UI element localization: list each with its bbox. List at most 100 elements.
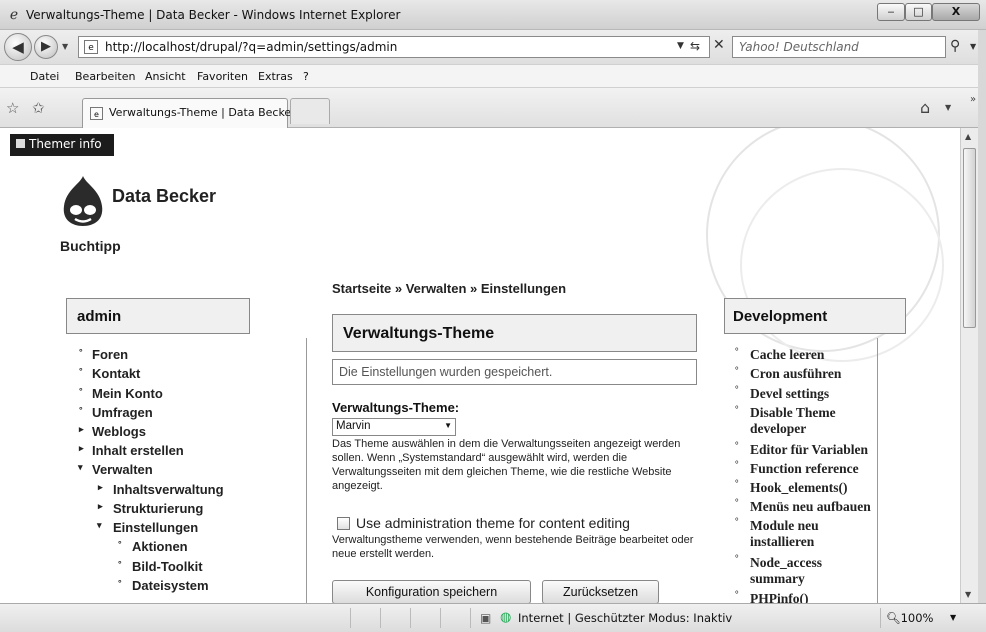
chevron-down-icon[interactable]: ▼ <box>444 421 452 430</box>
home-icon[interactable]: ⌂ <box>920 98 930 117</box>
nav-item-inhaltsverwaltung[interactable]: Inhaltsverwaltung <box>113 482 224 497</box>
collapsed-arrow-icon: ▸ <box>98 482 103 492</box>
window-title: Verwaltungs-Theme | Data Becker - Window… <box>26 8 401 22</box>
nav-item-bild-toolkit[interactable]: Bild-Toolkit <box>132 559 203 574</box>
themer-checkbox-icon[interactable] <box>16 139 25 148</box>
add-favorites-icon[interactable]: ✩ <box>32 99 45 117</box>
status-bar: ▣ ◍ Internet | Geschützter Modus: Inakti… <box>0 603 986 632</box>
maximize-button[interactable]: □ <box>905 3 932 21</box>
site-name[interactable]: Data Becker <box>112 186 216 207</box>
content-editing-theme-checkbox[interactable] <box>337 517 350 530</box>
recent-pages-dropdown-icon[interactable]: ▼ <box>62 42 68 51</box>
stop-icon[interactable]: ✕ <box>713 37 725 53</box>
dev-item-cache-leeren[interactable]: Cache leeren <box>750 347 824 363</box>
bullet-icon: ° <box>735 384 739 394</box>
admin-theme-label: Verwaltungs-Theme: <box>332 400 460 415</box>
bullet-icon: ° <box>79 405 83 415</box>
search-input[interactable]: Yahoo! Deutschland <box>732 36 946 58</box>
dev-item-cron[interactable]: Cron ausführen <box>750 366 841 382</box>
bullet-icon: ° <box>735 365 739 375</box>
breadcrumb[interactable]: Startseite » Verwalten » Einstellungen <box>332 281 566 296</box>
vertical-scrollbar[interactable]: ▲ ▼ <box>960 128 978 603</box>
bullet-icon: ° <box>735 589 739 599</box>
nav-item-dateisystem[interactable]: Dateisystem <box>132 578 209 593</box>
admin-theme-selected-value: Marvin <box>336 420 371 432</box>
status-message: Die Einstellungen wurden gespeichert. <box>332 359 697 385</box>
more-chevron-icon[interactable]: » <box>970 94 976 105</box>
dev-item-disable-theme-developer[interactable]: Disable Theme developer <box>750 405 875 437</box>
new-tab-button[interactable] <box>290 98 330 124</box>
dev-item-variable-editor[interactable]: Editor für Variablen <box>750 442 868 458</box>
dev-item-function-reference[interactable]: Function reference <box>750 461 859 477</box>
bullet-icon: ° <box>118 539 122 549</box>
page-icon: e <box>90 107 103 120</box>
address-bar[interactable]: e http://localhost/drupal/?q=admin/setti… <box>78 36 710 58</box>
bullet-icon: ° <box>735 497 739 507</box>
home-dropdown-icon[interactable]: ▼ <box>945 103 951 112</box>
dev-item-devel-settings[interactable]: Devel settings <box>750 386 829 402</box>
zoom-value: 100% <box>900 611 934 625</box>
bullet-icon: ° <box>79 366 83 376</box>
nav-item-umfragen[interactable]: Umfragen <box>92 405 153 420</box>
dev-item-hook-elements[interactable]: Hook_elements() <box>750 480 847 496</box>
internet-explorer-icon: ℯ <box>9 7 19 23</box>
back-button[interactable]: ◀ <box>4 33 32 61</box>
nav-item-einstellungen[interactable]: Einstellungen <box>113 520 198 535</box>
dev-item-node-access-summary[interactable]: Node_access summary <box>750 555 860 587</box>
popup-blocker-icon[interactable]: ▣ <box>480 611 491 625</box>
drupal-logo-icon[interactable] <box>60 174 106 228</box>
nav-item-foren[interactable]: Foren <box>92 347 128 362</box>
nav-item-aktionen[interactable]: Aktionen <box>132 539 188 554</box>
nav-item-strukturierung[interactable]: Strukturierung <box>113 501 203 516</box>
bullet-icon: ° <box>735 346 739 356</box>
search-dropdown-icon[interactable]: ▼ <box>970 42 976 51</box>
forward-button[interactable]: ▶ <box>34 35 58 59</box>
site-slogan: Buchtipp <box>60 238 121 254</box>
status-separator <box>350 608 351 628</box>
nav-item-kontakt[interactable]: Kontakt <box>92 366 140 381</box>
bullet-icon: ° <box>735 478 739 488</box>
favorites-star-icon[interactable]: ☆ <box>6 99 19 117</box>
status-separator <box>470 608 471 628</box>
window-frame-edge <box>978 30 986 632</box>
themer-info-toggle[interactable]: Themer info <box>10 134 114 156</box>
refresh-icon[interactable]: ⇆ <box>690 39 700 53</box>
tab-current[interactable]: e Verwaltungs-Theme | Data Becker <box>82 98 296 128</box>
scroll-down-icon[interactable]: ▼ <box>965 590 971 599</box>
scroll-thumb[interactable] <box>963 148 976 328</box>
zoom-level[interactable]: 🔍︎100% <box>886 611 934 625</box>
close-button[interactable]: X <box>932 3 980 21</box>
status-separator <box>410 608 411 628</box>
nav-item-inhalt-erstellen[interactable]: Inhalt erstellen <box>92 443 184 458</box>
content-editing-theme-label[interactable]: Use administration theme for content edi… <box>356 515 630 531</box>
status-separator <box>380 608 381 628</box>
menu-bearbeiten[interactable]: Bearbeiten <box>75 70 135 83</box>
expanded-arrow-icon: ▾ <box>97 520 102 530</box>
minimize-button[interactable]: ‒ <box>877 3 905 21</box>
menu-extras[interactable]: Extras <box>258 70 293 83</box>
menu-datei[interactable]: Datei <box>30 70 59 83</box>
reset-button[interactable]: Zurücksetzen <box>542 580 659 603</box>
admin-theme-select[interactable]: Marvin ▼ <box>332 418 456 436</box>
address-url[interactable]: http://localhost/drupal/?q=admin/setting… <box>105 40 397 54</box>
nav-item-mein-konto[interactable]: Mein Konto <box>92 386 163 401</box>
dev-item-rebuild-menus[interactable]: Menüs neu aufbauen <box>750 499 871 515</box>
scroll-up-icon[interactable]: ▲ <box>965 132 971 141</box>
search-icon[interactable]: ⚲ <box>950 38 960 54</box>
dev-item-reinstall-modules[interactable]: Module neu installieren <box>750 518 860 550</box>
dev-item-phpinfo[interactable]: PHPinfo() <box>750 591 809 603</box>
page-content: Themer info Data Becker Buchtipp admin °… <box>0 128 960 603</box>
save-configuration-button[interactable]: Konfiguration speichern <box>332 580 531 603</box>
nav-item-verwalten[interactable]: Verwalten <box>92 462 153 477</box>
security-zone-text[interactable]: Internet | Geschützter Modus: Inaktiv <box>518 611 732 625</box>
menu-ansicht[interactable]: Ansicht <box>145 70 186 83</box>
bullet-icon: ° <box>735 440 739 450</box>
collapsed-arrow-icon: ▸ <box>79 424 84 434</box>
admin-block-title: admin <box>66 298 250 334</box>
zoom-dropdown-icon[interactable]: ▼ <box>950 613 956 622</box>
menu-help[interactable]: ? <box>303 70 309 83</box>
nav-item-weblogs[interactable]: Weblogs <box>92 424 146 439</box>
menu-favoriten[interactable]: Favoriten <box>197 70 248 83</box>
internet-zone-icon[interactable]: ◍ <box>500 610 511 625</box>
address-dropdown-icon[interactable]: ▼ <box>677 41 684 51</box>
